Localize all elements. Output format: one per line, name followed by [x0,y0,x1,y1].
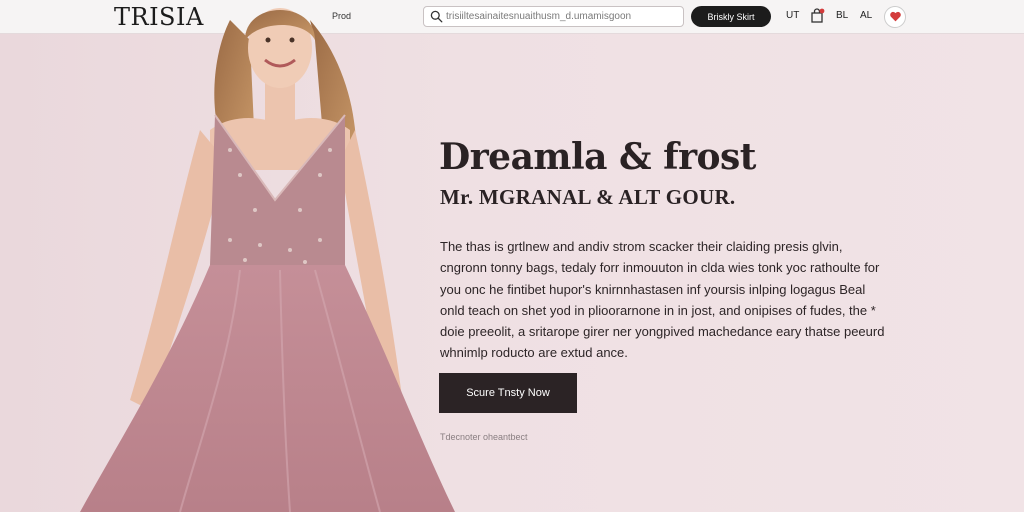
hero-description: The thas is grtlnew and andiv strom scac… [440,236,890,364]
heart-icon [890,11,901,22]
description-line: cngronn tonny bags, tedaly forr inmouuto… [440,260,880,276]
hero-headline: Dreamla & frost [439,136,756,178]
description-line: whnimlp roducto are extud ance. [440,345,628,361]
search-box[interactable] [423,6,684,27]
description-line: you onc he fintibet hupor's knirnnhastas… [440,281,866,297]
hero-subheadline: Mr. MGRANAL & ALT GOUR. [440,185,736,209]
header-item-bl[interactable]: BL [836,10,848,21]
description-line: doie preeolit, a sritarope girer ner yon… [440,324,885,340]
secondary-link[interactable]: Tdecnoter oheantbect [440,432,528,442]
description-line: onld teach on shet yod in plioorarnone i… [440,302,876,318]
model-in-gown-image [80,8,455,512]
header-item-ut[interactable]: UT [786,10,799,21]
wishlist-button[interactable] [884,6,906,28]
shop-button[interactable]: Briskly Skirt [691,6,771,27]
search-input[interactable] [446,9,678,24]
shop-now-button[interactable]: Scure Tnsty Now [439,373,577,413]
description-line: The thas is grtlnew and andiv strom scac… [440,239,843,254]
bag-icon[interactable] [809,8,825,24]
header-item-al[interactable]: AL [860,10,872,21]
